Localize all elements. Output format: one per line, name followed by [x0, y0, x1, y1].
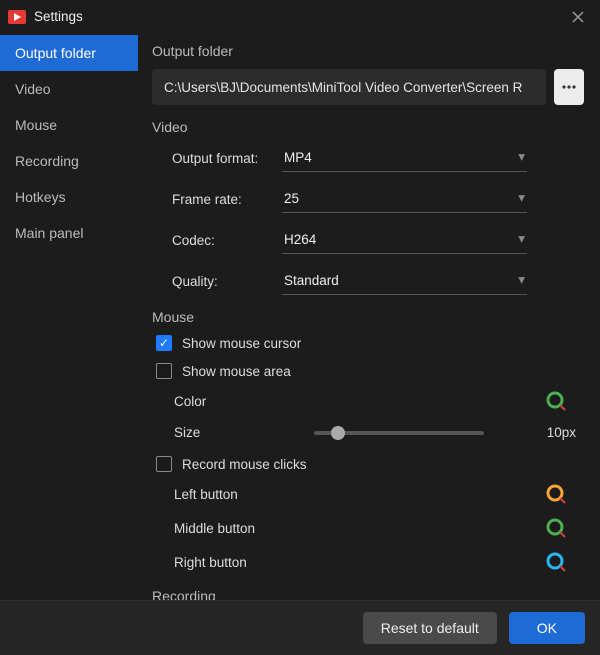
- frame-rate-value: 25: [284, 191, 299, 206]
- quality-select[interactable]: Standard ▾: [282, 268, 527, 295]
- codec-select[interactable]: H264 ▾: [282, 227, 527, 254]
- browse-button[interactable]: [554, 69, 584, 105]
- codec-value: H264: [284, 232, 316, 247]
- ok-button[interactable]: OK: [509, 612, 585, 644]
- mouse-heading: Mouse: [152, 309, 584, 325]
- right-button-color[interactable]: [546, 552, 566, 572]
- sidebar: Output folder Video Mouse Recording Hotk…: [0, 33, 138, 600]
- show-area-label: Show mouse area: [182, 364, 291, 379]
- sidebar-item-hotkeys[interactable]: Hotkeys: [0, 179, 138, 215]
- quality-label: Quality:: [172, 274, 282, 289]
- left-button-label: Left button: [174, 487, 294, 502]
- video-heading: Video: [152, 119, 584, 135]
- output-format-value: MP4: [284, 150, 312, 165]
- chevron-down-icon: ▾: [518, 231, 525, 247]
- main-panel: Output folder Video Output format: MP4 ▾…: [138, 33, 600, 600]
- close-button[interactable]: [564, 3, 592, 31]
- sidebar-item-mouse[interactable]: Mouse: [0, 107, 138, 143]
- footer: Reset to default OK: [0, 600, 600, 655]
- area-size-label: Size: [174, 425, 294, 440]
- output-format-select[interactable]: MP4 ▾: [282, 145, 527, 172]
- color-ring-icon: [546, 391, 566, 411]
- middle-button-label: Middle button: [174, 521, 294, 536]
- record-clicks-label: Record mouse clicks: [182, 457, 307, 472]
- show-area-checkbox[interactable]: [156, 363, 172, 379]
- ellipsis-icon: [562, 85, 576, 89]
- quality-value: Standard: [284, 273, 339, 288]
- middle-button-color[interactable]: [546, 518, 566, 538]
- frame-rate-select[interactable]: 25 ▾: [282, 186, 527, 213]
- window-title: Settings: [34, 9, 83, 24]
- recording-heading: Recording: [152, 588, 584, 600]
- sidebar-item-output-folder[interactable]: Output folder: [0, 35, 138, 71]
- output-path-input[interactable]: [152, 69, 546, 105]
- reset-button[interactable]: Reset to default: [363, 612, 497, 644]
- color-ring-icon: [546, 518, 566, 538]
- output-format-label: Output format:: [172, 151, 282, 166]
- titlebar: Settings: [0, 0, 600, 33]
- record-clicks-checkbox[interactable]: [156, 456, 172, 472]
- close-icon: [572, 11, 584, 23]
- codec-label: Codec:: [172, 233, 282, 248]
- right-button-label: Right button: [174, 555, 294, 570]
- sidebar-item-main-panel[interactable]: Main panel: [0, 215, 138, 251]
- slider-thumb[interactable]: [331, 426, 345, 440]
- chevron-down-icon: ▾: [518, 272, 525, 288]
- sidebar-item-recording[interactable]: Recording: [0, 143, 138, 179]
- area-size-value: 10px: [547, 425, 576, 440]
- color-ring-icon: [546, 484, 566, 504]
- show-cursor-checkbox[interactable]: [156, 335, 172, 351]
- chevron-down-icon: ▾: [518, 190, 525, 206]
- sidebar-item-video[interactable]: Video: [0, 71, 138, 107]
- area-color-label: Color: [174, 394, 294, 409]
- area-size-slider[interactable]: [314, 431, 484, 435]
- show-cursor-label: Show mouse cursor: [182, 336, 301, 351]
- output-folder-heading: Output folder: [152, 43, 584, 59]
- app-icon: [8, 8, 26, 26]
- left-button-color[interactable]: [546, 484, 566, 504]
- color-ring-icon: [546, 552, 566, 572]
- chevron-down-icon: ▾: [518, 149, 525, 165]
- frame-rate-label: Frame rate:: [172, 192, 282, 207]
- area-color-picker[interactable]: [546, 391, 566, 411]
